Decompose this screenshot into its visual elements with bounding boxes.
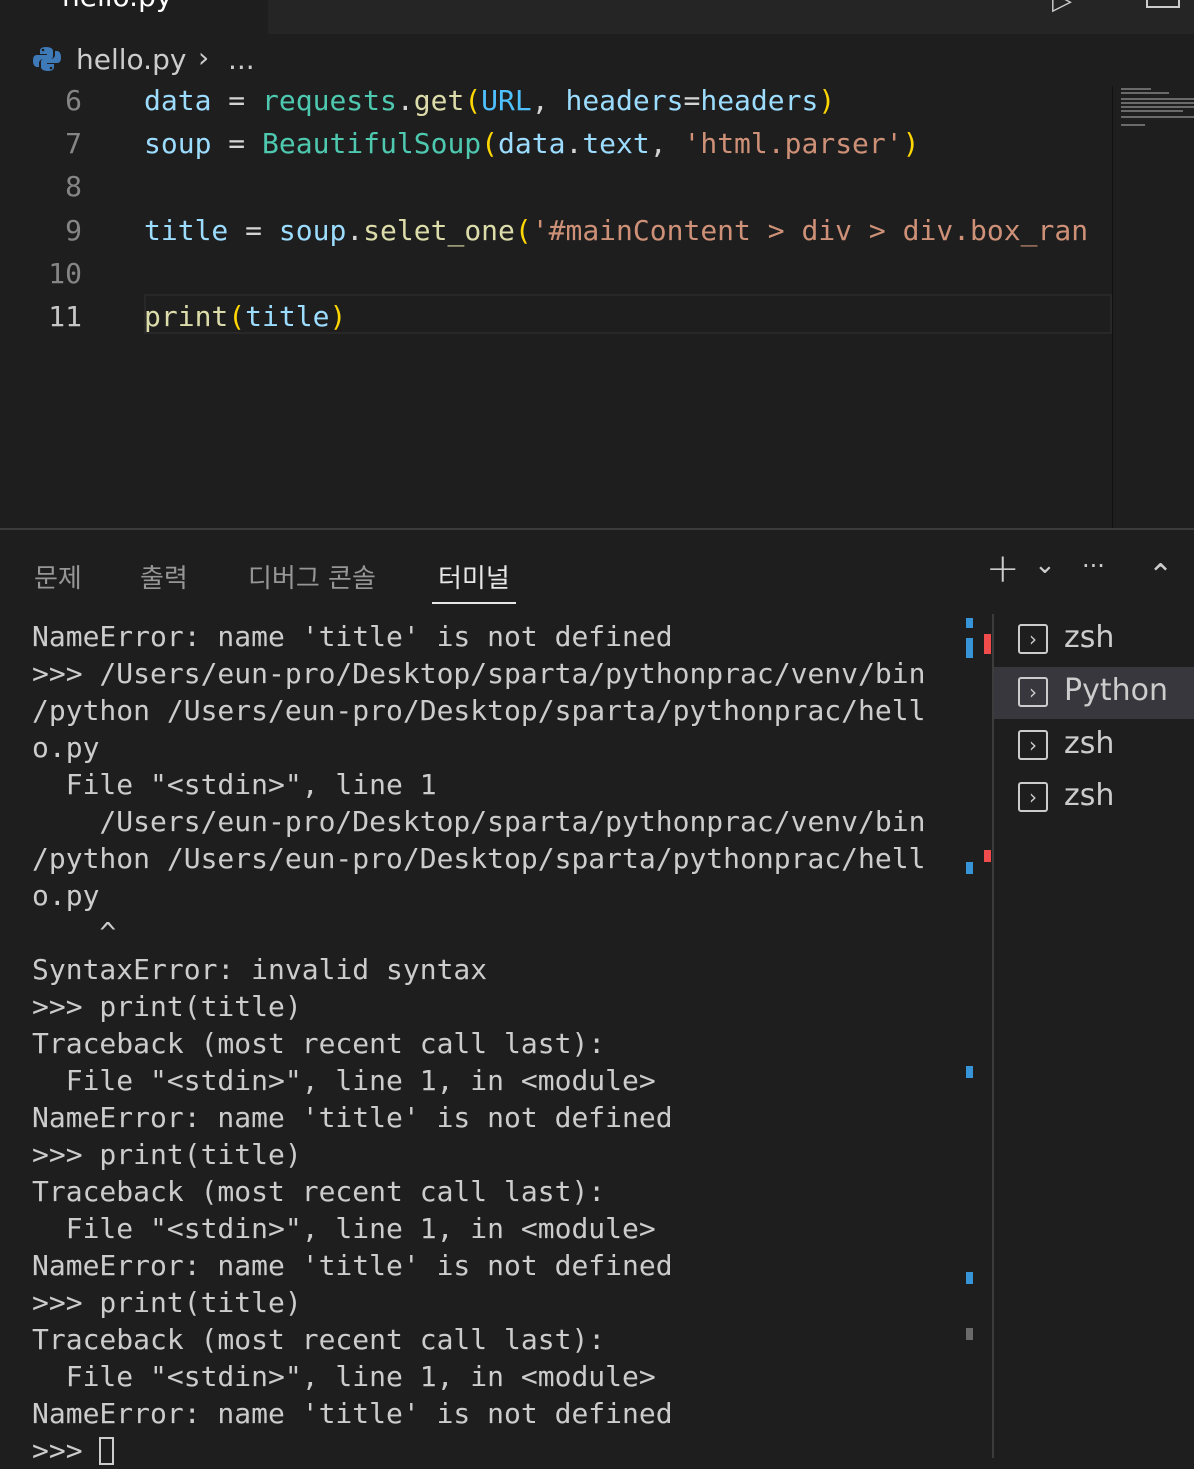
line-number: 8 [65,170,82,203]
scroll-marker [984,634,991,654]
code-line-7: soup = BeautifulSoup(data.text, 'html.pa… [144,127,920,160]
line-number: 10 [48,257,82,290]
bottom-panel: 문제 출력 디버그 콘솔 터미널 + ⌄ ··· ⌃ NameError: na… [0,528,1194,1467]
terminal-line: File "<stdin>", line 1, in <module> [32,1064,656,1097]
terminal-line: o.py [32,731,100,764]
terminal-line: File "<stdin>", line 1, in <module> [32,1360,656,1393]
line-number: 7 [65,127,82,160]
new-terminal-icon[interactable]: + [986,546,1020,592]
terminal-line: NameError: name 'title' is not defined [32,1397,673,1430]
terminal-line: /Users/eun-pro/Desktop/sparta/pythonprac… [32,805,926,838]
code-line-11: print(title) [144,300,347,333]
editor-tab-hello-py[interactable]: hello.py ✕ [0,0,268,34]
terminal-line: Traceback (most recent call last): [32,1175,606,1208]
terminal-icon: › [1018,624,1048,654]
line-number: 9 [65,214,82,247]
terminal-line: >>> /Users/eun-pro/Desktop/sparta/python… [32,657,926,690]
scroll-marker [966,638,973,658]
terminal-line: SyntaxError: invalid syntax [32,953,488,986]
more-actions-icon[interactable]: ··· [1082,552,1105,580]
scroll-marker [966,618,973,628]
terminal-line: ^ [32,916,117,949]
terminal-line: NameError: name 'title' is not defined [32,1249,673,1282]
scroll-marker [966,1272,973,1284]
scroll-marker [966,1328,973,1340]
active-tab-indicator [432,602,516,604]
terminal-list-item-zsh[interactable]: › zsh [994,772,1194,824]
terminal-icon: › [1018,677,1048,707]
terminal-line: >>> print(title) [32,990,302,1023]
minimap[interactable] [1112,86,1194,528]
split-editor-icon[interactable] [1146,0,1180,8]
terminal-line: o.py [32,879,100,912]
line-number: 6 [65,86,82,117]
terminal-line: /python /Users/eun-pro/Desktop/sparta/py… [32,694,926,727]
code-line-9: title = soup.selet_one('#mainContent > d… [144,214,1089,247]
terminal-prompt-line[interactable]: >>> [32,1432,942,1469]
scroll-marker [966,1066,973,1078]
code-editor[interactable]: 6 7 8 9 10 11 data = requests.get(URL, h… [0,86,1194,528]
terminal-line: >>> print(title) [32,1138,302,1171]
terminal-list-item-python[interactable]: › Python [994,667,1194,719]
terminal-line: NameError: name 'title' is not defined [32,1101,673,1134]
terminal-output[interactable]: NameError: name 'title' is not defined >>… [32,618,942,1469]
chevron-right-icon: › [198,41,210,74]
scroll-marker [984,850,991,862]
terminal-list-label: zsh [1064,778,1115,813]
terminal-icon: › [1018,782,1048,812]
breadcrumb-symbols[interactable]: ... [228,43,255,76]
terminal-line: Traceback (most recent call last): [32,1027,606,1060]
terminal-line: Traceback (most recent call last): [32,1323,606,1356]
terminal-list-label: Python [1064,673,1168,708]
breadcrumb: hello.py › ... [0,34,1194,86]
collapse-panel-icon[interactable]: ⌃ [1148,558,1173,593]
terminal-list-label: zsh [1064,620,1115,655]
tab-debug-console[interactable]: 디버그 콘솔 [248,558,376,595]
terminal-line: NameError: name 'title' is not defined [32,620,673,653]
editor-tab-strip: hello.py ✕ ▷ [0,0,1194,34]
code-line-6: data = requests.get(URL, headers=headers… [144,86,836,117]
terminal-icon: › [1018,730,1048,760]
close-icon[interactable]: ✕ [222,0,240,7]
run-icon[interactable]: ▷ [1052,0,1072,16]
terminal-line: File "<stdin>", line 1 [32,768,437,801]
tab-terminal[interactable]: 터미널 [438,558,510,595]
scroll-marker [966,862,973,874]
terminal-line: File "<stdin>", line 1, in <module> [32,1212,656,1245]
terminal-cursor [99,1437,115,1465]
terminal-list-item-zsh[interactable]: › zsh [994,720,1194,772]
terminal-line: >>> print(title) [32,1286,302,1319]
tab-problems[interactable]: 문제 [34,558,82,595]
terminal-prompt: >>> [32,1434,100,1467]
tab-label: hello.py [62,0,172,13]
python-icon [33,47,61,71]
line-number: 11 [48,300,82,333]
breadcrumb-file[interactable]: hello.py [76,43,186,76]
terminal-list-item-zsh[interactable]: › zsh [994,614,1194,666]
terminal-list-label: zsh [1064,726,1115,761]
terminal-line: /python /Users/eun-pro/Desktop/sparta/py… [32,842,926,875]
tab-output[interactable]: 출력 [140,558,188,595]
chevron-down-icon[interactable]: ⌄ [1034,550,1056,580]
